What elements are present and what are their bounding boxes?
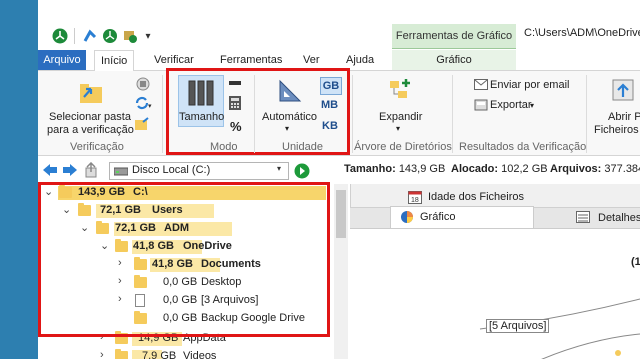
scan-icon[interactable] xyxy=(102,28,118,44)
title-bar: ▾ Ferramentas de Gráfico C:\Users\ADM\On… xyxy=(38,0,640,50)
disk-icon xyxy=(113,165,129,180)
chart-svg xyxy=(479,298,640,359)
tree-name: Videos xyxy=(183,350,217,359)
calendar-icon: 18 xyxy=(408,190,422,207)
highlight-box-tree xyxy=(38,182,330,337)
export-icon[interactable] xyxy=(474,99,488,114)
tab-view[interactable]: Ver xyxy=(297,50,326,70)
chevron-right-icon[interactable]: › xyxy=(100,349,104,359)
pie-chart-icon xyxy=(400,210,414,227)
disk-selector-label: Disco Local (C:) xyxy=(132,164,211,176)
tab-verify[interactable]: Verificar xyxy=(148,50,200,70)
folder-arrow-icon[interactable] xyxy=(78,79,104,108)
select-folder-label-2[interactable]: para a verificação xyxy=(47,124,134,137)
ruler-triangle-icon[interactable] xyxy=(278,79,302,106)
chart-callout: [5 Arquivos] xyxy=(486,319,550,333)
window-title-path: C:\Users\ADM\OneDrive xyxy=(524,27,640,39)
group-mode-label: Modo xyxy=(210,141,238,153)
tab-home[interactable]: Início xyxy=(94,50,135,72)
stop-icon[interactable] xyxy=(136,77,150,94)
tab-details[interactable]: Detalhes xyxy=(598,208,640,228)
size-label: Tamanho: xyxy=(344,163,396,175)
app-window: ▾ Ferramentas de Gráfico C:\Users\ADM\On… xyxy=(38,0,640,359)
ribbon: Selecionar pasta para a verificação ▾ Ve… xyxy=(38,68,640,156)
settings-icon[interactable] xyxy=(122,28,138,44)
group-tree-label: Árvore de Diretórios xyxy=(354,141,452,153)
open-files-label[interactable]: Abrir P xyxy=(608,111,640,124)
back-arrow-icon[interactable] xyxy=(42,163,58,180)
select-folder-label[interactable]: Selecionar pasta xyxy=(49,111,131,124)
info-files: Arquivos: 377.384 xyxy=(550,163,640,175)
details-icon xyxy=(576,211,590,226)
chart-label-partial: (1 xyxy=(631,256,640,268)
dash-icon[interactable] xyxy=(229,78,241,91)
export-dropdown-icon[interactable]: ▾ xyxy=(530,99,534,112)
size-button-label: Tamanho xyxy=(179,111,225,123)
svg-text:▾: ▾ xyxy=(148,103,152,110)
chevron-down-icon[interactable]: ▾ xyxy=(277,164,281,173)
divider xyxy=(162,75,163,153)
group-verify-label: Verificação xyxy=(70,141,124,153)
tree-row[interactable]: › 7,9 GB Videos xyxy=(38,348,350,359)
divider xyxy=(452,75,453,153)
open-files-label-2[interactable]: Ficheiros e xyxy=(594,124,640,137)
chart-tools-header: Ferramentas de Gráfico xyxy=(392,24,516,49)
divider xyxy=(352,75,353,153)
folder-refresh-icon[interactable] xyxy=(134,116,150,135)
tab-chart-label[interactable]: Gráfico xyxy=(420,207,455,227)
chart-area xyxy=(350,228,640,359)
expand-label[interactable]: Expandir xyxy=(379,111,422,124)
divider xyxy=(586,75,587,153)
customize-toolbar-icon[interactable]: ▾ xyxy=(140,28,156,44)
svg-text:18: 18 xyxy=(411,197,419,204)
tree-size: 7,9 GB xyxy=(142,350,177,359)
tab-file-age[interactable]: Idade dos Ficheiros xyxy=(428,187,524,207)
tab-chart[interactable]: Gráfico xyxy=(392,50,516,70)
automatic-label[interactable]: Automático xyxy=(262,111,317,124)
expand-tree-icon[interactable] xyxy=(388,77,414,106)
automatic-dropdown-icon[interactable]: ▾ xyxy=(285,122,289,135)
allocated-label: Alocado: xyxy=(451,163,499,175)
refresh-icon[interactable]: ▾ xyxy=(134,96,152,113)
group-results-label: Resultados da Verificação xyxy=(459,141,587,153)
app-logo-icon xyxy=(52,28,68,44)
unit-mb-button[interactable]: MB xyxy=(321,99,338,111)
expand-dropdown-icon[interactable]: ▾ xyxy=(396,122,400,135)
tab-help[interactable]: Ajuda xyxy=(340,50,380,70)
arrow-up-icon[interactable] xyxy=(82,28,98,44)
allocated-value: 102,2 GB xyxy=(501,163,548,175)
info-allocated: Alocado: 102,2 GB xyxy=(451,163,548,175)
unit-kb-button[interactable]: KB xyxy=(322,120,338,132)
folder-icon xyxy=(115,349,128,359)
tree-scrollbar-thumb[interactable] xyxy=(336,190,346,238)
percent-button[interactable]: % xyxy=(230,120,242,133)
calculator-icon[interactable] xyxy=(229,96,241,113)
export-button[interactable]: Exportar xyxy=(490,99,532,112)
forward-arrow-icon[interactable] xyxy=(62,163,78,180)
go-button-icon[interactable] xyxy=(294,163,310,182)
chart-point xyxy=(615,350,621,356)
up-folder-icon[interactable] xyxy=(84,161,98,181)
files-value: 377.384 xyxy=(604,163,640,175)
tab-file[interactable]: Arquivo xyxy=(38,50,86,70)
divider xyxy=(74,28,75,44)
bars-icon xyxy=(187,79,215,110)
group-unit-label: Unidade xyxy=(282,141,323,153)
unit-gb-button[interactable]: GB xyxy=(320,77,342,95)
divider xyxy=(254,75,255,153)
tab-tools[interactable]: Ferramentas xyxy=(214,50,288,70)
files-label: Arquivos: xyxy=(550,163,602,175)
send-email-button[interactable]: Enviar por email xyxy=(490,79,569,92)
size-value: 143,9 GB xyxy=(398,163,446,175)
email-icon[interactable] xyxy=(474,79,488,93)
info-size: Tamanho: 143,9 GB xyxy=(344,163,445,175)
open-files-icon[interactable] xyxy=(610,77,636,106)
